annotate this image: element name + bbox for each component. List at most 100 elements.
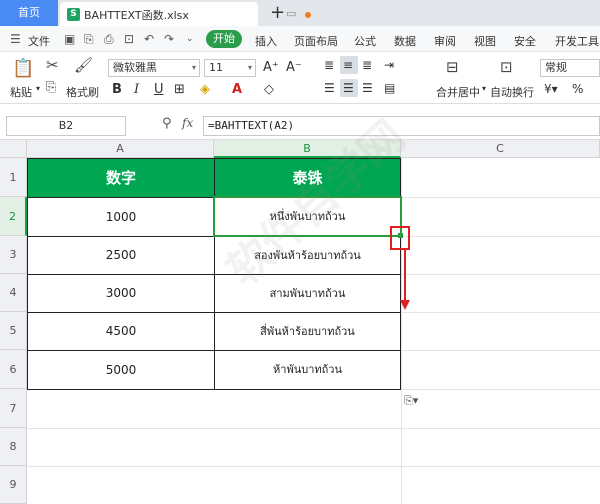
merge-dropdown-icon[interactable]: ▾ xyxy=(482,84,486,93)
increase-font-icon[interactable]: A⁺ xyxy=(263,60,279,75)
save-icon[interactable]: ▣ xyxy=(64,32,75,46)
paste-label[interactable]: 粘贴 xyxy=(10,84,32,100)
cell-a2[interactable]: 1000 xyxy=(27,197,215,237)
bold-icon[interactable]: B xyxy=(112,82,122,97)
font-size-select[interactable]: 11 ▾ xyxy=(204,59,256,77)
formula-input[interactable]: =BAHTTEXT(A2) xyxy=(203,116,600,136)
row-header-1[interactable]: 1 xyxy=(0,158,27,197)
row-header-9[interactable]: 9 xyxy=(0,466,27,504)
merge-center-label[interactable]: 合并居中 xyxy=(436,84,480,100)
paste-options-icon[interactable]: ⎘▾ xyxy=(404,394,418,408)
menu-insert[interactable]: 插入 xyxy=(255,33,277,49)
cell-b3[interactable]: สองพันห้าร้อยบาทถ้วน xyxy=(214,236,401,275)
undo-icon[interactable]: ↶ xyxy=(144,32,154,46)
font-name-select[interactable]: 微软雅黑 ▾ xyxy=(108,59,200,77)
paste-dropdown-icon[interactable]: ▾ xyxy=(36,84,40,93)
font-name-value: 微软雅黑 xyxy=(113,61,157,74)
auto-wrap-icon[interactable]: ⊡ xyxy=(500,58,513,76)
gridline xyxy=(401,236,600,237)
chevron-down-icon: ▾ xyxy=(191,63,196,72)
align-center-icon[interactable]: ☰ xyxy=(343,81,354,95)
clipboard-icon[interactable]: 📋 xyxy=(12,58,34,79)
align-bottom-icon[interactable]: ≣ xyxy=(362,58,372,72)
row-header-6[interactable]: 6 xyxy=(0,350,27,389)
fx-icon[interactable]: fx xyxy=(182,116,193,130)
chevron-down-icon[interactable]: ⌄ xyxy=(186,34,194,44)
formula-bar: B2 ⚲ fx =BAHTTEXT(A2) xyxy=(0,112,600,140)
export-icon[interactable]: ⎘ xyxy=(84,32,94,47)
format-painter-icon[interactable]: 🖌 xyxy=(74,56,93,74)
name-box[interactable]: B2 xyxy=(6,116,126,136)
ribbon: 📋 粘贴 ▾ ✂ ⎘ 🖌 格式刷 微软雅黑 ▾ 11 ▾ A⁺ A⁻ B I U… xyxy=(0,52,600,104)
clear-format-icon[interactable]: ◇ xyxy=(264,82,274,97)
select-all-corner[interactable] xyxy=(0,140,27,158)
border-icon[interactable]: ⊞ xyxy=(174,82,185,97)
align-top-icon[interactable]: ≣ xyxy=(324,58,334,72)
hamburger-icon[interactable]: ☰ xyxy=(10,32,21,46)
cut-icon[interactable]: ✂ xyxy=(46,56,59,74)
decrease-font-icon[interactable]: A⁻ xyxy=(286,60,302,75)
cell-a3[interactable]: 2500 xyxy=(27,236,215,275)
row-header-5[interactable]: 5 xyxy=(0,312,27,350)
row-header-4[interactable]: 4 xyxy=(0,274,27,312)
menu-data[interactable]: 数据 xyxy=(394,33,416,49)
row-header-2[interactable]: 2 xyxy=(0,197,27,236)
table-header-number[interactable]: 数字 xyxy=(27,158,215,198)
tab-workbook[interactable]: S BAHTTEXT函数.xlsx ▭ xyxy=(60,2,311,26)
align-middle-icon[interactable]: ≡ xyxy=(343,58,353,72)
table-header-thai-baht[interactable]: 泰铢 xyxy=(214,158,401,198)
indent-icon[interactable]: ⇥ xyxy=(384,58,394,72)
menu-formulas[interactable]: 公式 xyxy=(354,33,376,49)
row-header-8[interactable]: 8 xyxy=(0,428,27,466)
number-format-value: 常规 xyxy=(545,61,567,74)
menu-page-layout[interactable]: 页面布局 xyxy=(294,33,338,49)
cell-a4[interactable]: 3000 xyxy=(27,274,215,313)
redo-icon[interactable]: ↷ xyxy=(164,32,174,46)
merge-center-icon[interactable]: ⊟ xyxy=(446,58,459,76)
cell-reference: B2 xyxy=(58,119,74,132)
menu-security[interactable]: 安全 xyxy=(514,33,536,49)
cell-b4[interactable]: สามพันบาทถ้วน xyxy=(214,274,401,313)
row-header-3[interactable]: 3 xyxy=(0,236,27,274)
format-painter-label[interactable]: 格式刷 xyxy=(66,84,99,100)
number-format-select[interactable]: 常规 xyxy=(540,59,600,77)
menu-start[interactable]: 开始 xyxy=(206,30,242,48)
cell-b6[interactable]: ห้าพันบาทถ้วน xyxy=(214,350,401,390)
cell-b5[interactable]: สี่พันห้าร้อยบาทถ้วน xyxy=(214,312,401,351)
fill-color-icon[interactable]: ◈ xyxy=(200,82,210,97)
italic-icon[interactable]: I xyxy=(134,82,139,97)
print-preview-icon[interactable]: ⊡ xyxy=(124,32,134,46)
column-header-c[interactable]: C xyxy=(401,140,600,158)
formula-value: =BAHTTEXT(A2) xyxy=(208,119,295,132)
menu-view[interactable]: 视图 xyxy=(474,33,496,49)
percent-icon[interactable]: % xyxy=(572,82,583,96)
cell-a5[interactable]: 4500 xyxy=(27,312,215,351)
align-left-icon[interactable]: ☰ xyxy=(324,81,335,95)
tab-bar: 首页 S BAHTTEXT函数.xlsx ▭ + xyxy=(0,0,600,26)
auto-wrap-label[interactable]: 自动换行 xyxy=(490,84,534,100)
currency-icon[interactable]: ¥▾ xyxy=(544,82,558,96)
unsaved-dot-icon xyxy=(305,12,311,18)
underline-icon[interactable]: U xyxy=(154,82,164,97)
cell-selection-border xyxy=(213,196,402,237)
gridline xyxy=(27,428,600,429)
font-color-icon[interactable]: A xyxy=(232,82,242,97)
row-header-7[interactable]: 7 xyxy=(0,389,27,428)
align-right-icon[interactable]: ☰ xyxy=(362,81,373,95)
add-tab-button[interactable]: + xyxy=(270,2,285,23)
column-header-a[interactable]: A xyxy=(27,140,214,158)
menu-file[interactable]: 文件 xyxy=(28,33,50,49)
gridline xyxy=(401,389,600,390)
cell-a6[interactable]: 5000 xyxy=(27,350,215,390)
search-icon[interactable]: ⚲ xyxy=(162,116,172,131)
gridline xyxy=(401,312,600,313)
print-icon[interactable]: ⎙ xyxy=(104,32,114,47)
copy-icon[interactable]: ⎘ xyxy=(46,80,56,95)
spreadsheet-icon: S xyxy=(67,8,80,21)
justify-icon[interactable]: ▤ xyxy=(384,81,395,95)
menu-review[interactable]: 审阅 xyxy=(434,33,456,49)
menu-developer[interactable]: 开发工具 xyxy=(555,33,599,49)
monitor-icon[interactable]: ▭ xyxy=(286,7,296,20)
tab-home[interactable]: 首页 xyxy=(0,0,58,26)
column-header-b[interactable]: B xyxy=(214,140,401,158)
